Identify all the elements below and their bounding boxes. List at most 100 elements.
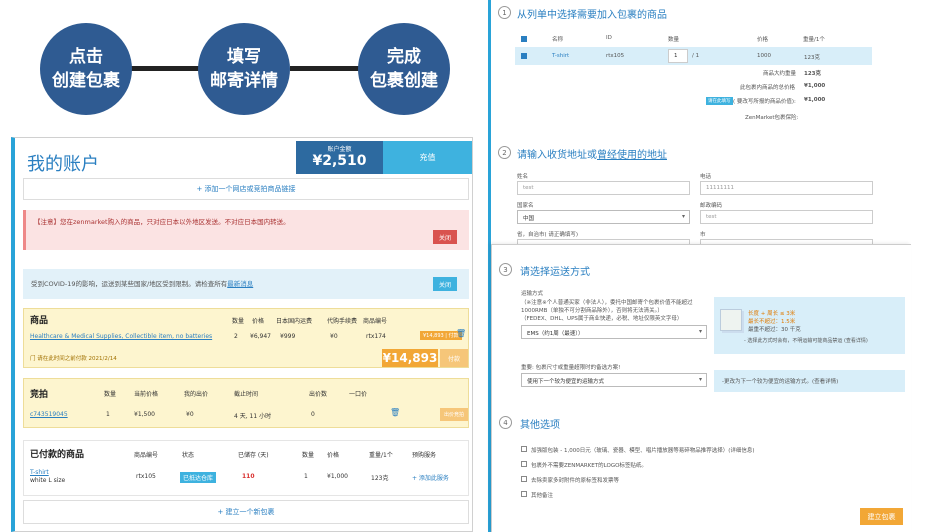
goods-header-fee: 代购手续费 [327, 318, 358, 325]
name-field[interactable]: test [517, 181, 690, 195]
option-reinforced-label: 加强版包装 - 1,000日元（玻璃、瓷器、模型、唱片播放器等易碎物品推荐选择）… [531, 448, 755, 454]
trash-icon[interactable]: 🗑 [390, 408, 400, 417]
auction-section: 竞拍 数量 当前价格 我的出价 截止时间 出价数 一口价 c743519045 … [23, 378, 469, 428]
auction-header-buyout: 一口价 [349, 391, 368, 398]
s1-sum1-label: 商品大约重量 [763, 71, 797, 77]
goods-item-link[interactable]: Healthcare & Medical Supplies, Collectib… [30, 333, 212, 340]
option-notes-checkbox[interactable] [521, 491, 527, 497]
step-1-circle: 点击 创建包裹 [40, 23, 132, 115]
s1-qty-input[interactable]: 1 [668, 49, 688, 63]
section-4-number: 4 [499, 416, 512, 429]
s1-item-weight: 123克 [804, 55, 820, 61]
new-package-button[interactable]: + 建立一个新包裹 [23, 500, 469, 524]
backup-important-label: 重要: 包裹尺寸或重量超限时的备选方案! [521, 365, 621, 371]
paid-item-link[interactable]: T-shirt [30, 469, 49, 476]
province-label: 省，自治市( 请正确填写) [517, 232, 579, 238]
step-3-line2: 包裹创建 [370, 71, 438, 91]
s1-qty-max: / 1 [692, 53, 700, 59]
notice-close-button[interactable]: 关闭 [433, 230, 457, 244]
section-2-number: 2 [498, 146, 511, 159]
step-3-line1: 完成 [387, 47, 421, 67]
section-1-title: 从列单中选择需要加入包裹的商品 [517, 10, 667, 21]
name-label: 姓名 [517, 174, 529, 180]
add-service-link[interactable]: + 添加此服务 [412, 473, 449, 482]
auction-current: ¥1,500 [134, 411, 155, 418]
section-2-title-a: 请输入收货地址或 [517, 150, 597, 161]
city-label: 市 [700, 232, 706, 238]
goods-deadline: 门 请在此时间之前付款 2021/2/14 [30, 356, 117, 362]
create-package-button[interactable]: 建立包裹 [860, 508, 903, 525]
goods-section: 商品 数量 价格 日本国内运费 代购手续费 商品编号 Healthcare & … [23, 308, 469, 368]
backup-method-select[interactable]: 使用下一个较为便宜的运输方式 [521, 373, 707, 387]
paid-section: 已付款的商品 商品编号 状态 已储存 (天) 数量 价格 重量/1个 预购服务 … [23, 440, 469, 496]
paid-header-qty: 数量 [302, 452, 315, 459]
option-no-logo-checkbox[interactable] [521, 461, 527, 467]
section-1-number: 1 [498, 6, 511, 19]
notice-text: 【注意】您在zenmarket购入的商品，只对应日本以外地区发送。不对应日本国内… [34, 218, 290, 226]
country-select[interactable]: 中国 [517, 210, 690, 224]
shipping-info-box: 长度 + 周长 ≤ 3米 最长不超过：1.5米 最重不超过：30 千克 - 选择… [714, 297, 905, 354]
paid-header-price: 价格 [327, 452, 340, 459]
auction-header-mybid: 我的出价 [184, 391, 209, 398]
covid-link[interactable]: 最新消息 [227, 280, 253, 288]
item-checkbox[interactable] [521, 53, 527, 59]
zip-field[interactable]: test [700, 210, 873, 224]
goods-pay-button[interactable]: 付款 [440, 349, 468, 367]
account-title: 我的账户 [27, 154, 99, 175]
step-1-line1: 点击 [69, 47, 103, 67]
notice-box: 【注意】您在zenmarket购入的商品，只对应日本以外地区发送。不对应日本国内… [23, 210, 469, 250]
balance-value: ¥2,510 [312, 153, 367, 169]
auction-bids: 0 [311, 411, 315, 418]
step-1-line2: 创建包裹 [52, 71, 120, 91]
auction-header-current: 当前价格 [134, 391, 159, 398]
s1-item-price: 1000 [757, 53, 771, 59]
section-3-title: 请选择运送方式 [520, 267, 590, 278]
method-note-1: （※注意※个人普通买家（非法人），委托中国邮寄个包裹价值不能超过 [521, 300, 693, 306]
auction-title: 竞拍 [30, 390, 49, 400]
covid-close-button[interactable]: 关闭 [433, 277, 457, 291]
s1-sum3-tag[interactable]: 请在此填写 [706, 97, 733, 105]
info-restriction: - 选择此方式时会有，不明运输可能商品禁运 (查看详情) [744, 338, 868, 344]
step-3-circle: 完成 包裹创建 [358, 23, 450, 115]
s1-header-id: ID [606, 35, 612, 41]
covid-text: 受到COVID-19的影响，运送到某些国家/地区受到限制。请检查所有 [31, 280, 228, 288]
select-all-checkbox[interactable] [521, 36, 527, 42]
step-2-line2: 邮寄详情 [210, 71, 278, 91]
goods-shipping: ¥999 [280, 333, 296, 340]
option-remove-labels-checkbox[interactable] [521, 476, 527, 482]
covid-box: 受到COVID-19的影响，运送到某些国家/地区受到限制。请检查所有最新消息 [23, 269, 469, 299]
phone-field[interactable]: 11111111 [700, 181, 873, 195]
paid-title: 已付款的商品 [30, 450, 85, 460]
package-icon [720, 309, 742, 331]
balance-label: 账户金额 [327, 146, 352, 153]
s1-sum2-value: ¥1,000 [804, 83, 826, 89]
goods-fee: ¥0 [330, 333, 338, 340]
paid-header-weight: 重量/1个 [369, 452, 393, 459]
goods-qty: 2 [234, 333, 238, 340]
goods-title: 商品 [30, 316, 49, 326]
add-link-button[interactable]: + 添加一个网店或竞拍商品链接 [23, 178, 469, 200]
recharge-button[interactable]: 充值 [383, 141, 472, 174]
info-weight-limit: 最重不超过：30 千克 [748, 327, 801, 333]
auction-item-link[interactable]: c743519045 [30, 411, 68, 418]
auction-bid-button[interactable]: 出价竞拍 [440, 408, 468, 421]
account-panel: 我的账户 账户金额 ¥2,510 充值 + 添加一个网店或竞拍商品链接 【注意】… [11, 137, 473, 532]
paid-header-code: 商品编号 [134, 452, 159, 459]
option-no-logo-label: 包裹外不需要ZENMARKET的LOGO标签贴纸。 [531, 463, 647, 469]
option-notes-label: 其他备注 [531, 493, 554, 499]
s1-header-name: 名称 [552, 37, 564, 43]
s1-sum1-value: 123克 [804, 71, 821, 77]
used-address-link[interactable]: 曾经使用的地址 [597, 150, 667, 161]
country-label: 国家名 [517, 203, 534, 209]
s1-header-qty: 数量 [668, 37, 680, 43]
shipping-method-select[interactable]: EMS（约1周（最速）） [521, 325, 707, 339]
trash-icon[interactable]: 🗑 [456, 329, 466, 338]
auction-header-qty: 数量 [104, 391, 117, 398]
section-2-title: 请输入收货地址或曾经使用的地址 [517, 146, 667, 161]
paid-code: rtx105 [136, 473, 156, 480]
goods-header-qty: 数量 [232, 318, 245, 325]
s1-item-id: rtx105 [606, 53, 625, 59]
goods-code: rtx174 [366, 333, 386, 340]
s1-header-price: 价格 [757, 37, 769, 43]
option-reinforced-checkbox[interactable] [521, 446, 527, 452]
